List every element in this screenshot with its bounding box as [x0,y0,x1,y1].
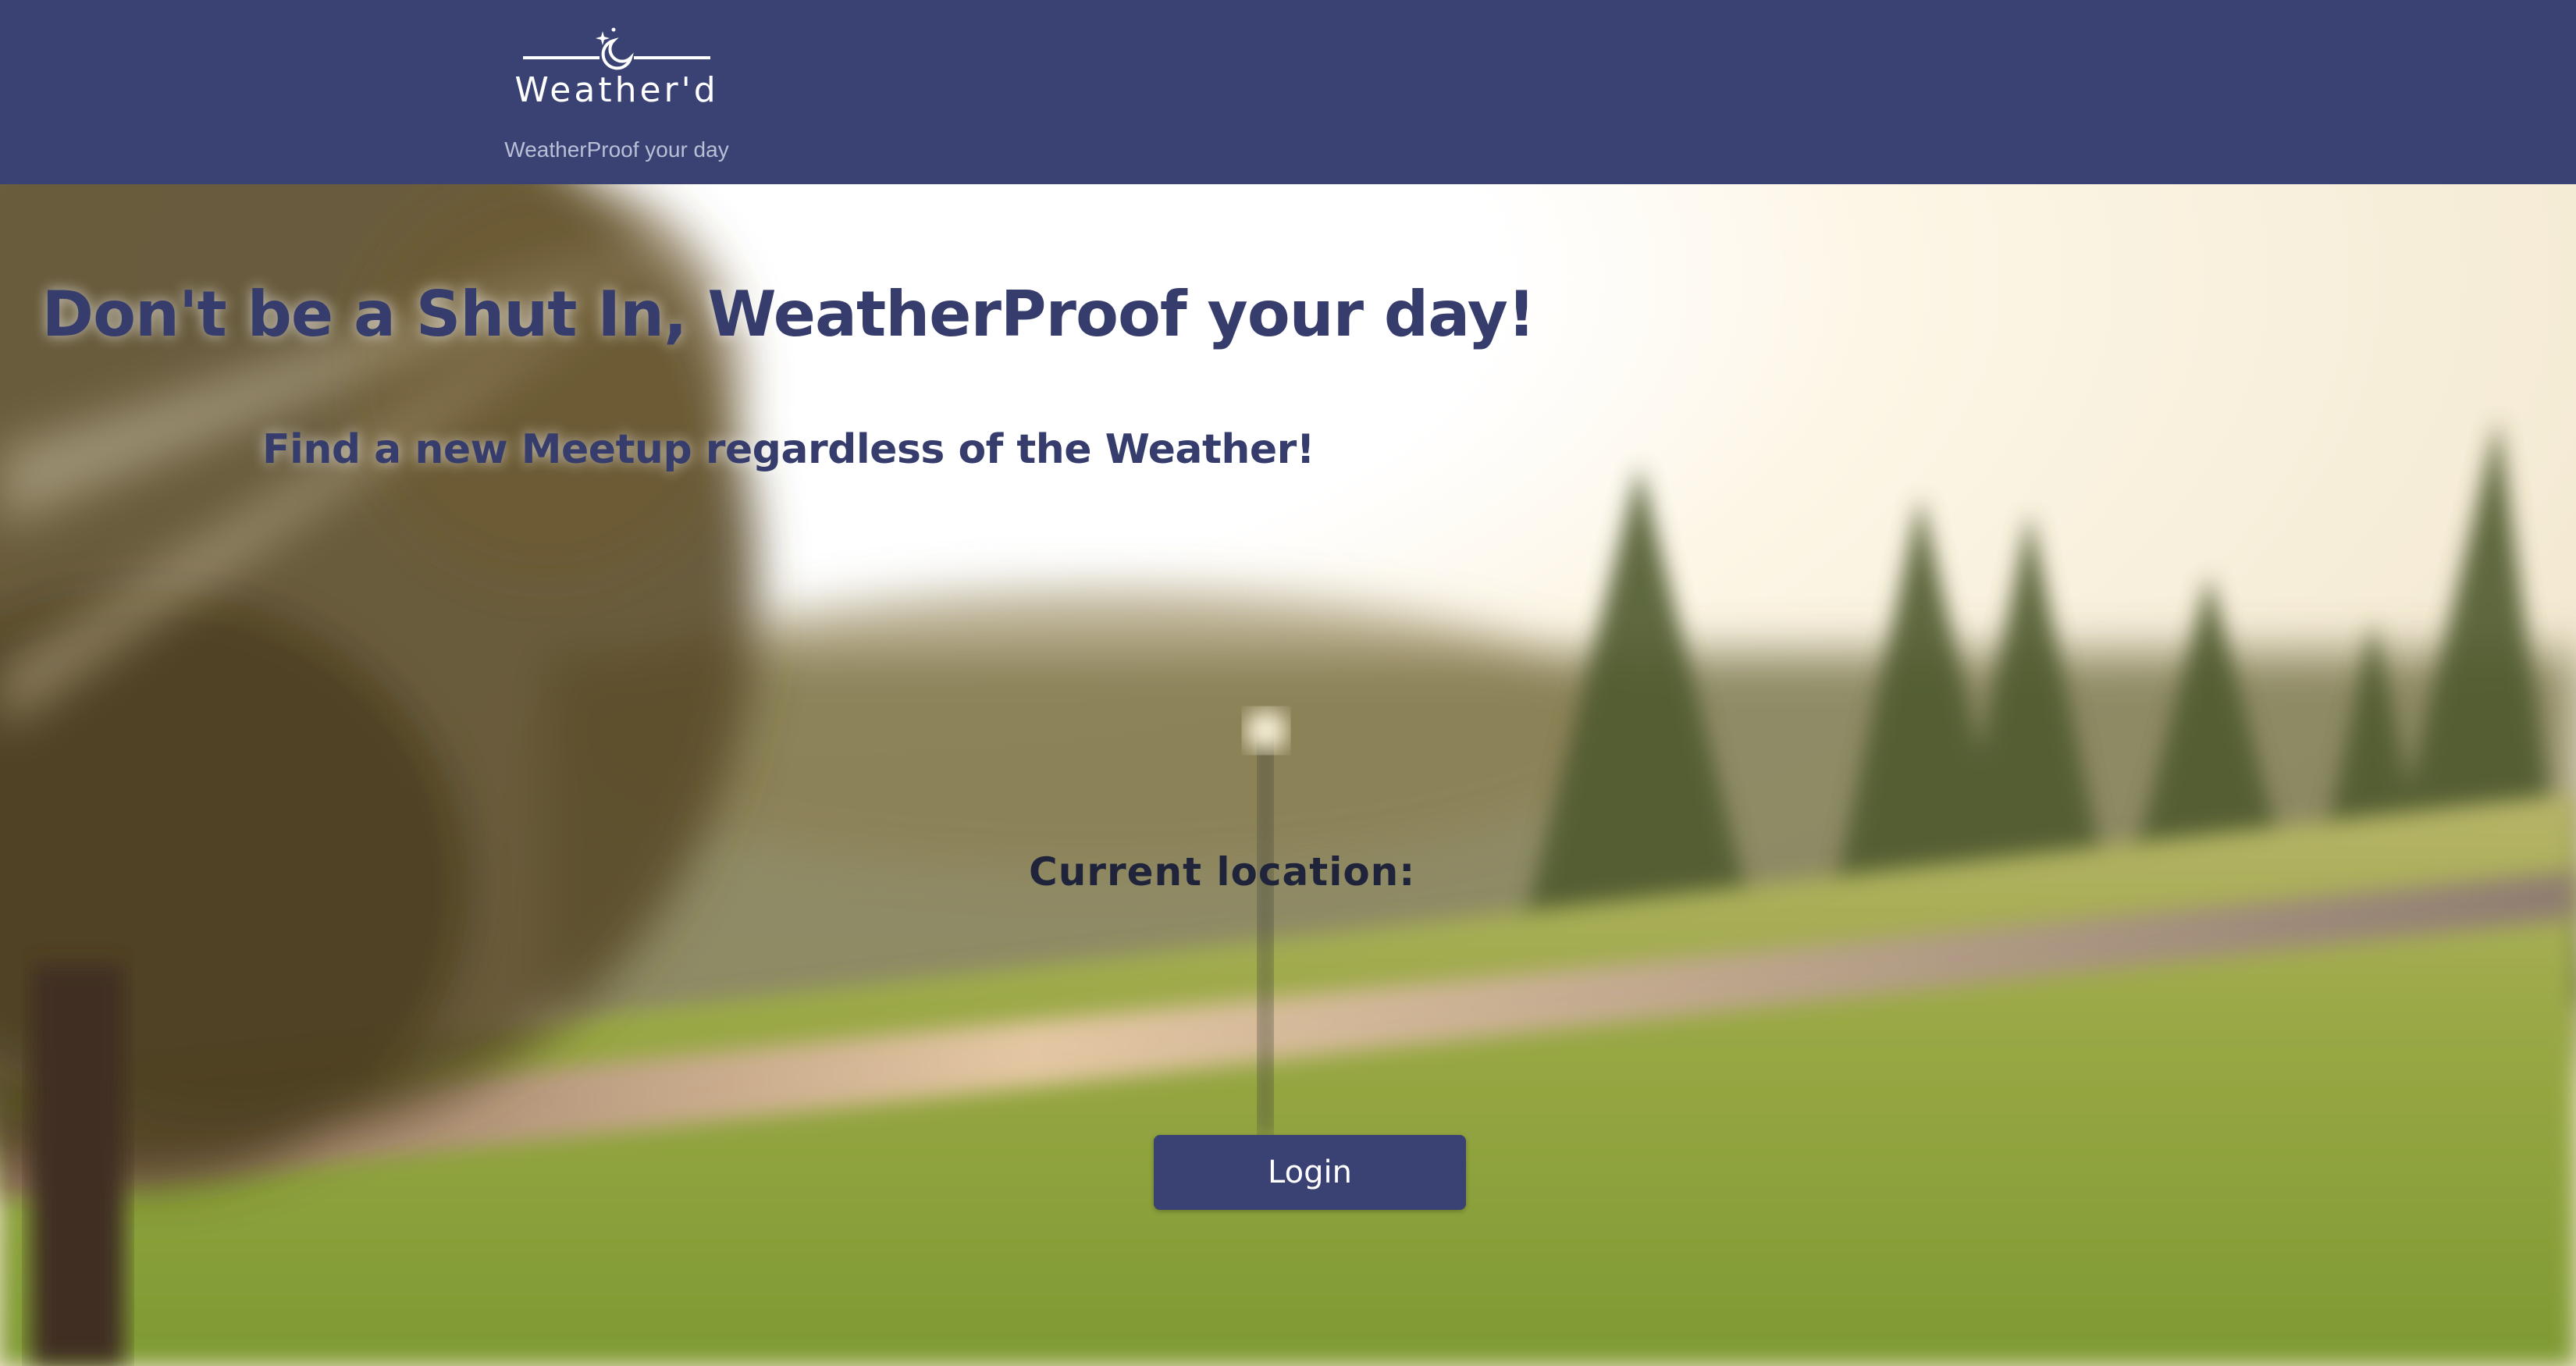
brand-name: Weather'd [515,70,718,110]
current-location-label: Current location: [1029,849,1416,895]
brand[interactable]: Weather'd WeatherProof your day [492,23,742,162]
login-button[interactable]: Login [1154,1135,1466,1210]
page-subheadline: Find a new Meetup regardless of the Weat… [262,426,1315,473]
hero-section: Don't be a Shut In, WeatherProof your da… [0,184,2576,1366]
top-navbar: Weather'd WeatherProof your day [0,0,2576,184]
moon-sparkle-icon: Weather'd [515,27,718,110]
brand-tagline: WeatherProof your day [504,137,729,162]
page-headline: Don't be a Shut In, WeatherProof your da… [41,278,1536,350]
